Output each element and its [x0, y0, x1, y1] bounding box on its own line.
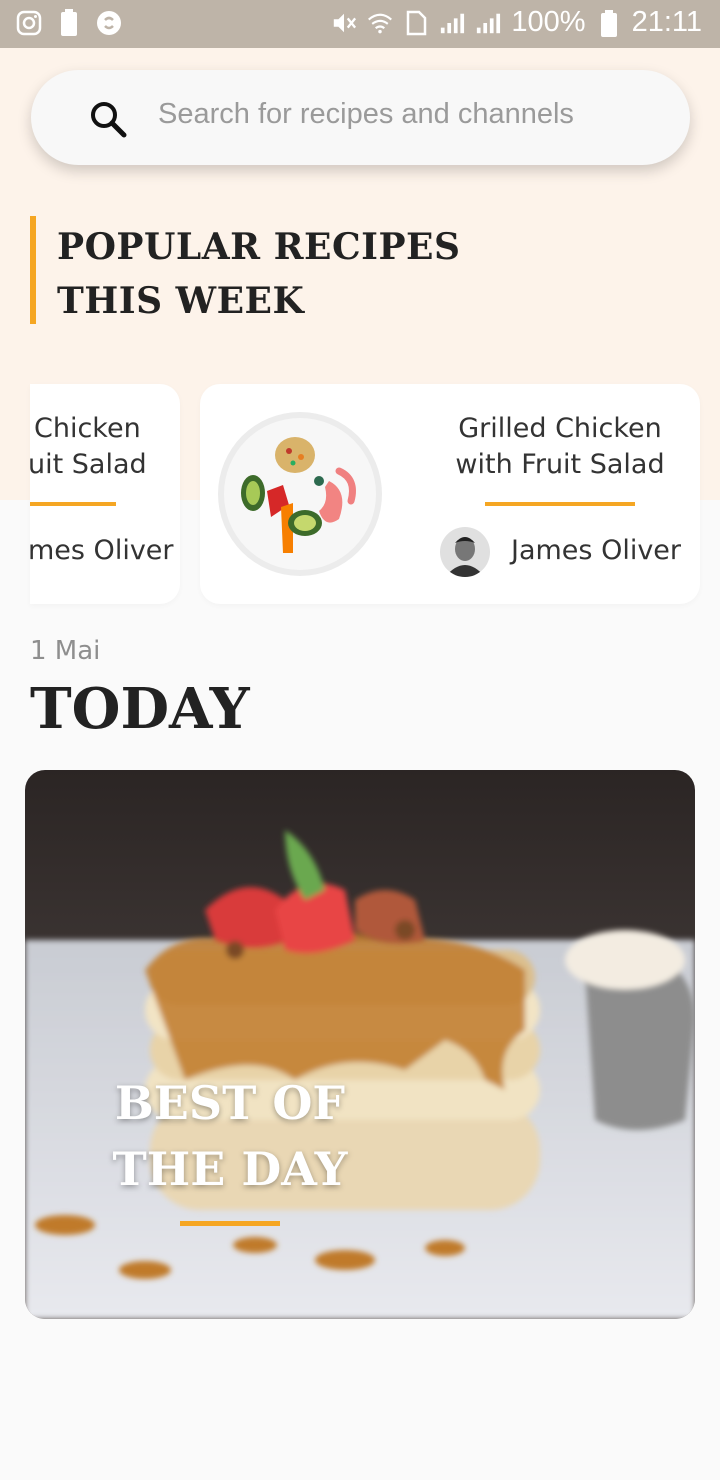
- battery-icon: [596, 9, 622, 37]
- recipe-card-title-line: uit Salad: [30, 449, 147, 480]
- signal-icon: [439, 10, 465, 36]
- instagram-icon: [16, 10, 42, 36]
- hero-title-line: THE DAY: [112, 1142, 348, 1196]
- today-heading: TODAY: [30, 676, 250, 742]
- recipe-card-title-line: with Fruit Salad: [455, 449, 665, 480]
- signal-icon: [475, 10, 501, 36]
- recipe-card-title: Grilled Chicken with Fruit Salad: [440, 411, 680, 483]
- search-icon: [89, 100, 127, 138]
- status-bar: 100% 21:11: [0, 0, 720, 48]
- hero-title: BEST OF THE DAY: [95, 1070, 365, 1202]
- pancake-image: [25, 770, 695, 1319]
- recipe-card[interactable]: Chicken uit Salad mes Oliver: [30, 384, 180, 604]
- recipe-card[interactable]: Grilled Chicken with Fruit Salad James O…: [200, 384, 700, 604]
- recipe-card-title-line: Chicken: [34, 413, 141, 444]
- recipe-card-divider: [485, 502, 635, 506]
- battery-percent: 100%: [511, 6, 586, 38]
- shazam-icon: [96, 10, 122, 36]
- recipe-card-author: James Oliver: [511, 535, 682, 566]
- recipe-card-title-line: Grilled Chicken: [458, 413, 662, 444]
- date-label: 1 Mai: [30, 636, 101, 666]
- recipe-card-author: mes Oliver: [30, 535, 174, 566]
- mute-icon: [331, 10, 357, 36]
- sim-icon: [403, 10, 429, 36]
- battery-saver-icon: [56, 9, 82, 36]
- section-accent-bar: [30, 216, 36, 324]
- hero-accent-line: [180, 1221, 280, 1226]
- clock: 21:11: [631, 6, 702, 38]
- hero-title-line: BEST OF: [114, 1076, 346, 1130]
- search-bar[interactable]: Search for recipes and channels: [31, 70, 690, 165]
- search-input[interactable]: Search for recipes and channels: [158, 98, 574, 131]
- best-of-the-day-card[interactable]: BEST OF THE DAY: [25, 770, 695, 1319]
- recipe-card-divider: [30, 502, 116, 506]
- recipe-plate-image: [217, 411, 383, 577]
- section-title: POPULAR RECIPES THIS WEEK: [57, 226, 461, 322]
- avatar: [440, 527, 490, 577]
- wifi-icon: [367, 10, 393, 36]
- recipe-card-title: Chicken uit Salad: [30, 411, 147, 483]
